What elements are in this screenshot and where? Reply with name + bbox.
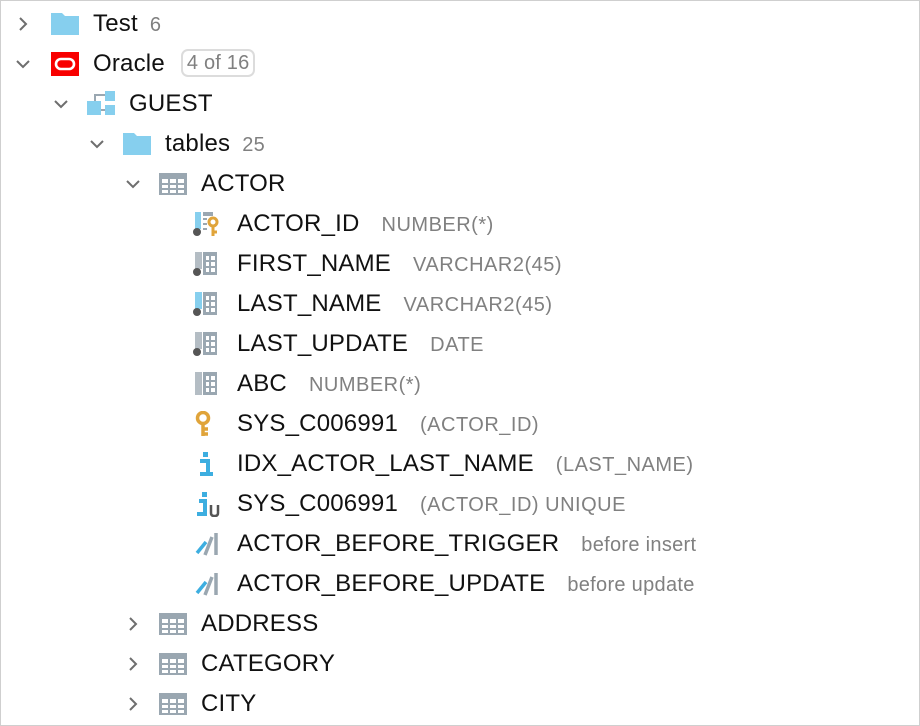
database-tree: Test 6 Oracle 4 of 16 GUEST tables 25 ACTOR <box>1 4 919 724</box>
chevron-right-icon[interactable] <box>123 654 143 674</box>
trigger-icon <box>193 571 221 597</box>
node-label: tables <box>165 130 231 157</box>
database-explorer-panel: Test 6 Oracle 4 of 16 GUEST tables 25 ACTOR <box>0 0 920 726</box>
tree-node-category[interactable]: CATEGORY <box>1 644 919 684</box>
column-type: VARCHAR2(45) <box>403 294 553 316</box>
tree-node-index[interactable]: SYS_C006991 (ACTOR_ID) UNIQUE <box>1 484 919 524</box>
table-icon <box>159 691 187 717</box>
tree-node-column[interactable]: LAST_NAME VARCHAR2(45) <box>1 284 919 324</box>
chevron-down-icon[interactable] <box>51 94 71 114</box>
node-label: ABC <box>237 370 287 397</box>
not-null-column-icon <box>193 331 221 357</box>
trigger-icon <box>193 531 221 557</box>
node-label: SYS_C006991 <box>237 490 398 517</box>
index-columns: (LAST_NAME) <box>555 454 694 476</box>
schema-count-badge[interactable]: 4 of 16 <box>180 49 256 77</box>
table-icon <box>159 611 187 637</box>
column-type: NUMBER(*) <box>381 214 494 236</box>
tree-node-actor[interactable]: ACTOR <box>1 164 919 204</box>
folder-icon <box>51 11 79 37</box>
chevron-right-icon[interactable] <box>13 14 33 34</box>
chevron-down-icon[interactable] <box>13 54 33 74</box>
oracle-icon <box>51 51 79 77</box>
tree-node-address[interactable]: ADDRESS <box>1 604 919 644</box>
node-label: CATEGORY <box>201 650 336 677</box>
node-label: LAST_NAME <box>237 290 382 317</box>
node-label: ACTOR_BEFORE_TRIGGER <box>237 530 560 557</box>
folder-icon <box>123 131 151 157</box>
node-count: 6 <box>149 14 162 36</box>
not-null-column-icon <box>193 251 221 277</box>
index-columns: (ACTOR_ID) UNIQUE <box>420 494 626 516</box>
chevron-right-icon[interactable] <box>123 694 143 714</box>
tree-node-city[interactable]: CITY <box>1 684 919 724</box>
trigger-event: before update <box>567 574 695 596</box>
tree-node-index[interactable]: IDX_ACTOR_LAST_NAME (LAST_NAME) <box>1 444 919 484</box>
column-icon <box>193 371 221 397</box>
table-icon <box>159 171 187 197</box>
node-label: ACTOR_ID <box>237 210 360 237</box>
tree-node-oracle[interactable]: Oracle 4 of 16 <box>1 44 919 84</box>
chevron-down-icon[interactable] <box>87 134 107 154</box>
column-type: VARCHAR2(45) <box>413 254 563 276</box>
tree-node-guest[interactable]: GUEST <box>1 84 919 124</box>
node-count: 25 <box>242 134 265 156</box>
unique-index-icon <box>193 491 221 517</box>
tree-node-column[interactable]: FIRST_NAME VARCHAR2(45) <box>1 244 919 284</box>
table-icon <box>159 651 187 677</box>
trigger-event: before insert <box>581 534 697 556</box>
node-label: ADDRESS <box>201 610 319 637</box>
node-label: Oracle <box>93 50 165 77</box>
indexed-column-icon <box>193 291 221 317</box>
column-type: DATE <box>430 334 484 356</box>
tree-node-column[interactable]: ACTOR_ID NUMBER(*) <box>1 204 919 244</box>
schema-icon <box>87 91 115 117</box>
index-icon <box>193 451 221 477</box>
node-label: CITY <box>201 690 257 717</box>
node-label: ACTOR_BEFORE_UPDATE <box>237 570 546 597</box>
column-type: NUMBER(*) <box>308 374 422 396</box>
tree-node-trigger[interactable]: ACTOR_BEFORE_TRIGGER before insert <box>1 524 919 564</box>
node-label: IDX_ACTOR_LAST_NAME <box>237 450 534 477</box>
tree-node-test[interactable]: Test 6 <box>1 4 919 44</box>
tree-node-column[interactable]: LAST_UPDATE DATE <box>1 324 919 364</box>
key-columns: (ACTOR_ID) <box>420 414 540 436</box>
node-label: LAST_UPDATE <box>237 330 409 357</box>
tree-node-column[interactable]: ABC NUMBER(*) <box>1 364 919 404</box>
tree-node-tables[interactable]: tables 25 <box>1 124 919 164</box>
tree-node-key[interactable]: SYS_C006991 (ACTOR_ID) <box>1 404 919 444</box>
tree-node-trigger[interactable]: ACTOR_BEFORE_UPDATE before update <box>1 564 919 604</box>
node-label: GUEST <box>129 90 213 117</box>
node-label: Test <box>93 10 138 37</box>
chevron-right-icon[interactable] <box>123 614 143 634</box>
node-label: ACTOR <box>201 170 286 197</box>
chevron-down-icon[interactable] <box>123 174 143 194</box>
node-label: SYS_C006991 <box>237 410 398 437</box>
node-label: FIRST_NAME <box>237 250 392 277</box>
primary-key-column-icon <box>193 211 221 237</box>
key-icon <box>193 411 221 437</box>
